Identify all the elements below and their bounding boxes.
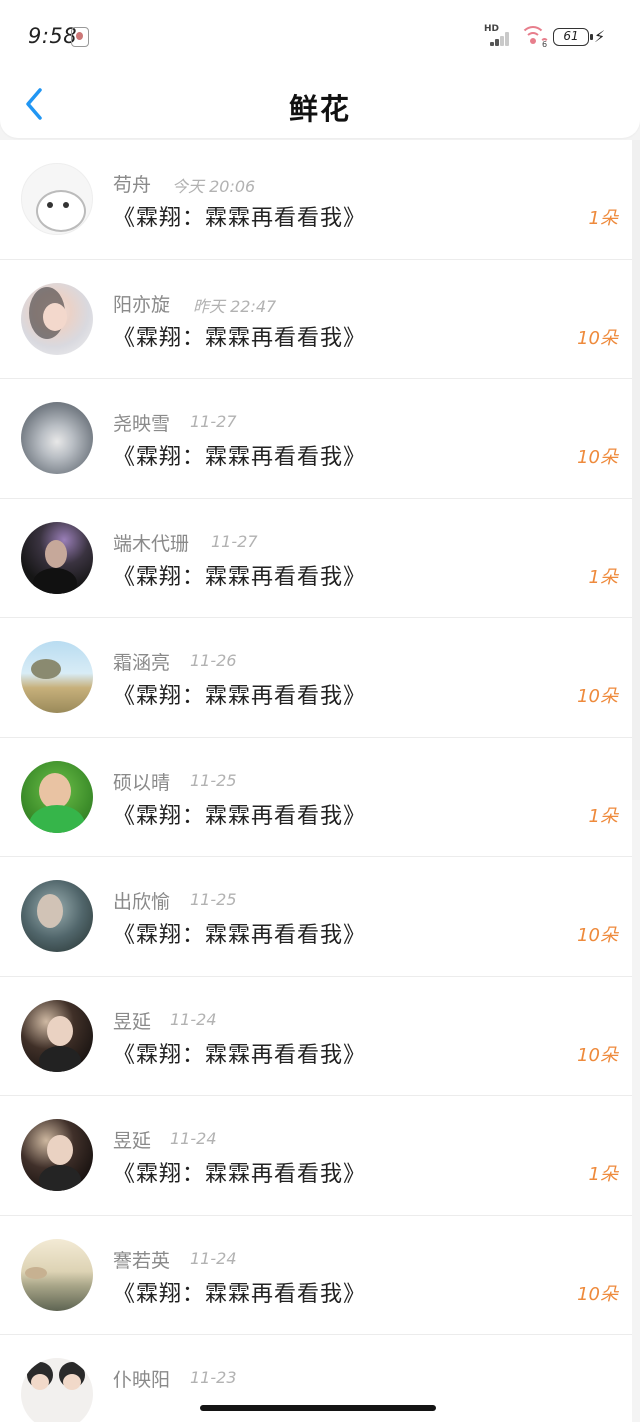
sent-time: 11-27 (211, 531, 258, 551)
flower-count: 10朵 (577, 1283, 618, 1305)
message-text: 《霖翔：霖霖再看看我》 (113, 923, 367, 948)
charging-icon: ⚡ (594, 27, 606, 46)
list-item[interactable]: 硕以晴 11-25 《霖翔：霖霖再看看我》 1朵 (0, 737, 632, 857)
flowers-screen: 9:58 HD 6 61 ⚡ 鲜花 苟舟 今天 20:06 《霖翔：霖霖再看看我… (0, 0, 640, 1422)
sent-time: 今天 20:06 (172, 177, 256, 196)
message-text: 《霖翔：霖霖再看看我》 (113, 325, 367, 351)
sender-name: 苟舟 (113, 174, 152, 196)
flower-count: 10朵 (577, 327, 618, 349)
flower-count: 1朵 (588, 1164, 618, 1185)
message-text: 《霖翔：霖霖再看看我》 (113, 803, 367, 829)
avatar[interactable] (21, 521, 93, 594)
list-item[interactable]: 苟舟 今天 20:06 《霖翔：霖霖再看看我》 1朵 (0, 140, 632, 260)
wifi-label: 6 (540, 38, 550, 49)
sent-time: 11-24 (190, 1248, 237, 1268)
sent-time: 11-25 (190, 890, 237, 909)
sender-name: 謇若英 (113, 1249, 171, 1272)
wifi-icon: 6 (520, 26, 550, 49)
avatar[interactable] (21, 641, 93, 713)
status-time: 9:58 (28, 24, 78, 48)
sender-name: 端木代珊 (113, 532, 190, 555)
sender-name: 霜涵亮 (113, 652, 171, 674)
flower-list: 苟舟 今天 20:06 《霖翔：霖霖再看看我》 1朵 阳亦旋 昨天 22:47 … (0, 140, 632, 1422)
list-item[interactable]: 出欣愉 11-25 《霖翔：霖霖再看看我》 10朵 (0, 857, 632, 977)
message-text: 《霖翔：霖霖再看看我》 (113, 1042, 367, 1068)
sender-name: 昱延 (113, 1010, 152, 1033)
avatar[interactable] (21, 999, 93, 1072)
flower-count: 1朵 (588, 208, 618, 229)
header: 9:58 HD 6 61 ⚡ 鲜花 (0, 0, 640, 138)
message-text: 《霖翔：霖霖再看看我》 (113, 445, 367, 470)
list-item[interactable]: 霜涵亮 11-26 《霖翔：霖霖再看看我》 10朵 (0, 618, 632, 738)
notification-app-icon (71, 27, 89, 47)
flower-count: 1朵 (588, 805, 618, 827)
list-item[interactable]: 昱延 11-24 《霖翔：霖霖再看看我》 10朵 (0, 976, 632, 1096)
sent-time: 11-23 (190, 1368, 237, 1387)
sender-name: 仆映阳 (113, 1369, 171, 1391)
sender-name: 昱延 (113, 1130, 152, 1152)
avatar[interactable] (21, 402, 93, 474)
message-text: 《霖翔：霖霖再看看我》 (113, 564, 367, 590)
battery-level: 61 (563, 29, 579, 43)
sent-time: 昨天 22:47 (193, 296, 277, 316)
flower-count: 10朵 (577, 686, 618, 707)
avatar[interactable] (21, 1119, 93, 1191)
sent-time: 11-24 (170, 1009, 217, 1029)
avatar[interactable] (21, 760, 93, 833)
sender-name: 出欣愉 (113, 891, 171, 913)
flower-count: 10朵 (577, 925, 618, 946)
list-item[interactable]: 謇若英 11-24 《霖翔：霖霖再看看我》 10朵 (0, 1215, 632, 1335)
list-item[interactable]: 阳亦旋 昨天 22:47 《霖翔：霖霖再看看我》 10朵 (0, 259, 632, 379)
message-text: 《霖翔：霖霖再看看我》 (113, 1162, 367, 1187)
flower-count: 10朵 (577, 1044, 618, 1066)
sent-time: 11-25 (190, 770, 237, 790)
sent-time: 11-26 (190, 651, 237, 670)
status-bar: 9:58 HD 6 61 ⚡ (0, 0, 640, 72)
message-text: 《霖翔：霖霖再看看我》 (113, 1281, 367, 1307)
avatar[interactable] (21, 282, 93, 355)
list-item[interactable]: 端木代珊 11-27 《霖翔：霖霖再看看我》 1朵 (0, 498, 632, 618)
cellular-signal-icon: HD (484, 24, 512, 48)
message-text: 《霖翔：霖霖再看看我》 (113, 684, 367, 709)
avatar[interactable] (21, 1238, 93, 1311)
avatar[interactable] (21, 1358, 93, 1422)
sent-time: 11-27 (190, 412, 237, 431)
sender-name: 尧映雪 (113, 413, 171, 435)
battery-icon: 61 (553, 28, 593, 46)
list-item[interactable]: 尧映雪 11-27 《霖翔：霖霖再看看我》 10朵 (0, 379, 632, 499)
avatar[interactable] (21, 880, 93, 952)
flower-count: 10朵 (577, 447, 618, 468)
sender-name: 阳亦旋 (113, 293, 171, 316)
sender-name: 硕以晴 (113, 771, 171, 794)
page-title: 鲜花 (288, 92, 351, 126)
list-item[interactable]: 昱延 11-24 《霖翔：霖霖再看看我》 1朵 (0, 1096, 632, 1216)
scrollbar[interactable] (632, 140, 640, 800)
flower-count: 1朵 (588, 566, 618, 588)
message-text: 《霖翔：霖霖再看看我》 (113, 206, 367, 231)
home-indicator[interactable] (200, 1405, 436, 1411)
sent-time: 11-24 (170, 1129, 217, 1148)
avatar[interactable] (21, 163, 93, 235)
